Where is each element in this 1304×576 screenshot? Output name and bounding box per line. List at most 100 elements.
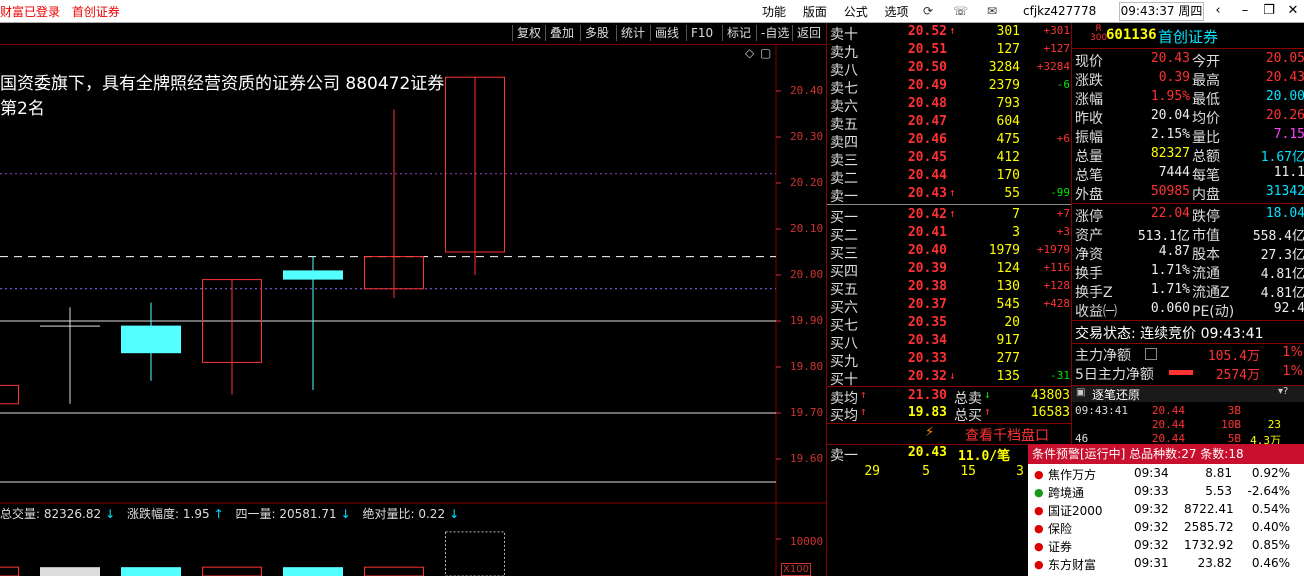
buy-row[interactable]: 买二 20.41 3 +3 [830, 225, 1070, 244]
draw-line-button[interactable]: 画线 [650, 25, 683, 41]
buy-row[interactable]: 买六 20.37 545 +428 [830, 297, 1070, 316]
book-price: 20.50 [907, 60, 947, 75]
book-label: 卖五 [830, 117, 858, 133]
condition-alert-popup[interactable]: 条件预警[运行中] 总品种数:27 条数:18 ● 焦作万方 09:34 8.81 0.… [1028, 444, 1304, 576]
book-volume: 3 [1012, 225, 1020, 240]
minimize-icon[interactable]: – [1236, 2, 1254, 20]
candle-body [283, 270, 343, 280]
book-volume: 2379 [988, 78, 1020, 93]
back-icon[interactable]: ‹ [1209, 2, 1227, 20]
alert-row[interactable]: ● 跨境通 09:33 5.53 -2.64% [1028, 484, 1304, 502]
alert-price: 8.81 [1205, 466, 1232, 480]
book-change: +1979 [1036, 243, 1070, 256]
sell-row[interactable]: 卖五 20.47 604 [830, 114, 1070, 133]
menu-layout[interactable]: 版面 [803, 5, 827, 19]
info-row: 现价 20.43 今开 20.05 [1075, 51, 1304, 70]
alert-row[interactable]: ● 证券 09:32 1732.92 0.85% [1028, 538, 1304, 556]
alert-row[interactable]: ● 国证2000 09:32 8722.41 0.54% [1028, 502, 1304, 520]
main-net-bar [1169, 370, 1193, 375]
book-price: 20.42 [907, 207, 947, 222]
alert-pct: 0.46% [1251, 556, 1290, 570]
alert-stock-name: 证券 [1048, 540, 1073, 554]
buy-row[interactable]: 买八 20.34 917 [830, 333, 1070, 352]
market-badge: R 300 [1090, 24, 1108, 43]
info-value: 7.15 [1273, 127, 1304, 142]
kline-chart[interactable]: ◇ ▢ [0, 45, 826, 576]
buy-row[interactable]: 买四 20.39 124 +116 [830, 261, 1071, 280]
price-tick-label: 19.70 [790, 406, 824, 419]
book-arrow: ↑ [949, 24, 956, 37]
mail-icon[interactable]: ✉ [985, 4, 999, 18]
menu-formula[interactable]: 公式 [844, 5, 868, 19]
mark-button[interactable]: 标记 [722, 25, 755, 41]
candle-body [0, 384, 19, 405]
phone-icon[interactable]: ☏ [953, 4, 968, 18]
book-price: 20.35 [907, 315, 947, 330]
alert-title: 条件预警[运行中] 总品种数:27 条数:18 [1028, 444, 1304, 464]
alert-row[interactable]: ● 东方财富 09:31 23.82 0.46% [1028, 556, 1304, 574]
price-tick-label: 19.60 [790, 452, 824, 465]
info-label: 今开 [1192, 54, 1220, 70]
alert-pct: 0.54% [1251, 502, 1290, 516]
buy-row[interactable]: 买十 20.32 ↓ 135 -31 [830, 369, 1070, 388]
sell-row[interactable]: 卖一 20.43 ↑ 55 -99 [830, 186, 1070, 205]
restore-icon[interactable]: ❐ [1260, 2, 1278, 20]
price-tick-label: 20.10 [790, 222, 824, 235]
book-price: 20.32 [907, 369, 947, 384]
return-button[interactable]: 返回 [792, 25, 825, 41]
book-label: 买六 [830, 300, 858, 316]
stats-button[interactable]: 统计 [616, 25, 649, 41]
info-value: 20.04 [1150, 108, 1190, 123]
info-label: 现价 [1075, 54, 1103, 70]
restore-rights-button[interactable]: 复权 [512, 25, 545, 41]
book-change: +3284 [1036, 60, 1070, 73]
sell-row[interactable]: 卖八 20.50 3284 +3284 [830, 60, 1070, 79]
info-label: PE(动) [1192, 304, 1235, 320]
buy-row[interactable]: 买三 20.40 1979 +1979 [830, 243, 1070, 262]
f10-button[interactable]: F10 [686, 25, 717, 41]
alert-row[interactable]: ● 焦作万方 09:34 8.81 0.92% [1028, 466, 1304, 484]
bell-icon: ● [1034, 558, 1044, 571]
alert-row[interactable]: ● 保险 09:32 2585.72 0.40% [1028, 520, 1304, 538]
depth-button[interactable]: ⚡ 查看千档盘口 [827, 423, 1072, 445]
add-watchlist-button[interactable]: -自选 [756, 25, 793, 41]
overlay-button[interactable]: 叠加 [545, 25, 578, 41]
sell-row[interactable]: 卖九 20.51 127 +127 [830, 42, 1070, 61]
refresh-icon[interactable]: ⟳ [921, 4, 935, 18]
volume-unit: X100 [781, 563, 811, 576]
info-value: 31342 [1265, 184, 1304, 199]
menu-options[interactable]: 选项 [885, 5, 909, 19]
buy-row[interactable]: 买七 20.35 20 [830, 315, 1070, 334]
info-label: 资产 [1075, 228, 1103, 244]
info-label: 跌停 [1192, 209, 1220, 225]
book-price: 20.51 [907, 42, 947, 57]
buy-row[interactable]: 买一 20.42 ↑ 7 +7 [830, 207, 1070, 226]
sell-row[interactable]: 卖四 20.46 475 +6 [830, 132, 1070, 151]
sell-row[interactable]: 卖三 20.45 412 [830, 150, 1070, 169]
sell-row[interactable]: 卖二 20.44 170 [830, 168, 1070, 187]
stock-name[interactable]: 首创证券 [1158, 26, 1218, 47]
broker-name[interactable]: 首创证券 [72, 5, 120, 19]
sell-row[interactable]: 卖七 20.49 2379 -6 [830, 78, 1070, 97]
book-volume: 135 [996, 369, 1020, 384]
bell-icon: ● [1034, 486, 1044, 499]
multi-stock-button[interactable]: 多股 [580, 25, 613, 41]
clock: 09:43:37 周四 [1119, 2, 1204, 21]
alert-price: 5.53 [1205, 484, 1232, 498]
book-change: +116 [1043, 261, 1071, 274]
buy-row[interactable]: 买九 20.33 277 [830, 351, 1070, 370]
info-value: 11.1 [1273, 165, 1304, 180]
user-account[interactable]: cfjkz427778 [1023, 4, 1096, 18]
lightning-icon: ⚡ [925, 425, 935, 440]
info-label: 总额 [1192, 149, 1220, 165]
ticks-header[interactable]: ▣ 逐笔还原 ▾? [1072, 385, 1304, 402]
close-icon[interactable]: ✕ [1284, 2, 1302, 20]
sell-row[interactable]: 卖六 20.48 793 [830, 96, 1070, 115]
book-label: 卖一 [830, 189, 858, 205]
buy-row[interactable]: 买五 20.38 130 +128 [830, 279, 1070, 298]
ind-abs-ratio: 绝对量比: 0.22 ↓ [362, 507, 460, 521]
book-label: 卖七 [830, 81, 858, 97]
menu-function[interactable]: 功能 [762, 5, 786, 19]
sell-row[interactable]: 卖十 20.52 ↑ 301 +301 [830, 24, 1070, 43]
info-value: 20.43 [1150, 51, 1190, 66]
